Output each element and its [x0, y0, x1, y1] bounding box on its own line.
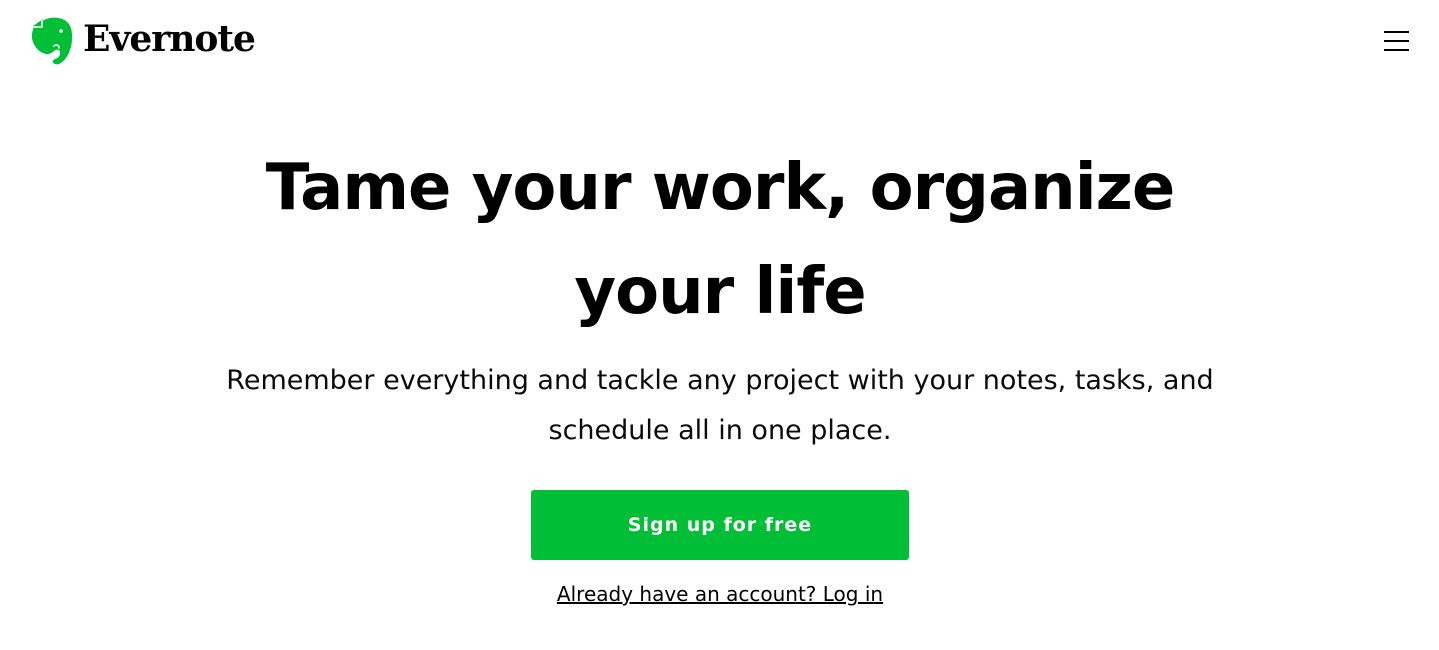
hamburger-menu-icon: [1384, 31, 1409, 51]
logo-text: Evernote: [83, 18, 256, 60]
signup-button[interactable]: Sign up for free: [531, 490, 909, 560]
hero-subheadline: Remember everything and tackle any proje…: [226, 365, 1214, 446]
evernote-landing-page: Evernote Tame your work, organize your l…: [0, 0, 1439, 650]
menu-button[interactable]: [1380, 28, 1412, 54]
site-header: Evernote: [0, 0, 1439, 82]
elephant-logo-icon: [31, 17, 73, 65]
evernote-logo-link[interactable]: Evernote: [30, 16, 256, 66]
hero-headline: Tame your work, organize your life: [265, 151, 1176, 329]
login-link[interactable]: Already have an account? Log in: [470, 582, 970, 606]
